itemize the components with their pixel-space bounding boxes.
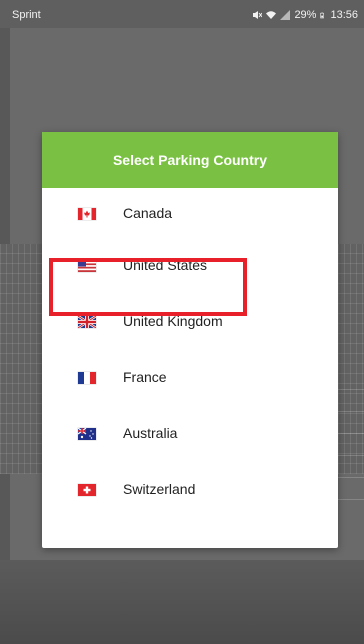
wifi-icon [266, 11, 277, 19]
app-screen: Sprint 29% 13:56 Select Parking Country … [0, 0, 364, 644]
background-bottom [0, 560, 364, 644]
selection-highlight-box [49, 258, 247, 316]
carrier-name: Sprint [12, 9, 41, 21]
canada-flag-icon [78, 208, 96, 220]
uk-flag-icon [78, 316, 96, 328]
france-flag-icon [78, 372, 96, 384]
country-item-canada[interactable]: Canada [42, 190, 338, 238]
dialog-title: Select Parking Country [112, 152, 268, 168]
background-lines [334, 370, 364, 500]
country-label: Canada [123, 205, 173, 221]
status-bar: Sprint 29% 13:56 [0, 0, 364, 28]
australia-flag-icon [78, 428, 96, 440]
status-icons: 29% 13:56 [252, 9, 358, 21]
country-item-australia[interactable]: Australia [42, 410, 338, 458]
country-label: France [123, 369, 167, 385]
country-item-france[interactable]: France [42, 354, 338, 402]
mute-icon [253, 11, 263, 19]
dialog-header: Select Parking Country [42, 132, 338, 188]
country-label: Switzerland [123, 481, 196, 497]
country-item-switzerland[interactable]: Switzerland [42, 466, 338, 514]
background-grid-left [0, 244, 44, 474]
switzerland-flag-icon [78, 484, 96, 496]
battery-icon [320, 12, 325, 19]
signal-icon [280, 10, 291, 20]
clock: 13:56 [330, 9, 358, 21]
battery-percent: 29% [294, 9, 317, 21]
country-dialog: Select Parking Country Canada United Sta… [42, 132, 338, 548]
country-label: Australia [123, 425, 178, 441]
